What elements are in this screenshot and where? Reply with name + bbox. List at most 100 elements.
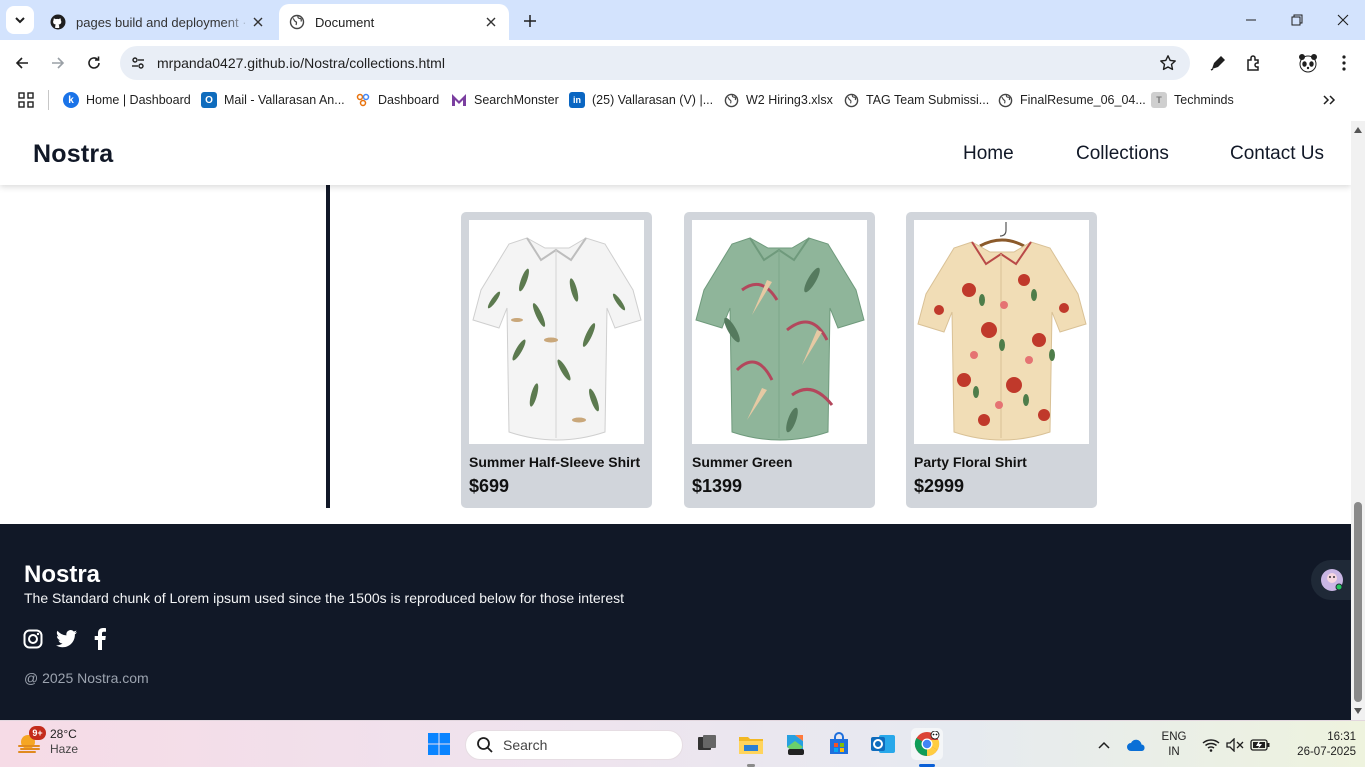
scroll-down-icon[interactable] [1353,706,1363,716]
back-button[interactable] [8,49,36,77]
bookmarks-bar: k Home | Dashboard O Mail - Vallarasan A… [0,86,1365,114]
more-bookmarks-button[interactable] [1322,90,1336,110]
instagram-icon[interactable] [22,628,44,650]
bookmark-label: FinalResume_06_04... [1020,93,1146,107]
restore-button[interactable] [1274,0,1320,40]
chat-assistant-button[interactable] [1311,560,1351,600]
wifi-icon[interactable] [1200,721,1222,767]
onedrive-cloud-icon [1127,739,1145,751]
apps-button[interactable] [18,90,34,110]
scroll-thumb[interactable] [1354,502,1362,702]
clock[interactable]: 16:31 26-07-2025 [1286,721,1356,767]
taskbar-search[interactable]: Search [465,730,683,760]
microsoft-store-button[interactable] [823,728,855,760]
page-scrollbar[interactable] [1351,121,1365,720]
volume-muted-icon[interactable] [1224,721,1246,767]
arrow-left-icon [15,57,28,69]
tab-document[interactable]: Document [279,4,509,40]
restore-icon [1291,14,1303,26]
m365-copilot-button[interactable] [779,728,811,760]
minimize-button[interactable] [1228,0,1274,40]
people-icon [355,92,371,108]
new-tab-button[interactable] [518,10,542,32]
shirt-image-white [472,237,642,441]
twitter-icon[interactable] [56,628,78,650]
search-label: Search [503,737,548,753]
close-tab-icon[interactable] [483,14,499,30]
github-icon [50,14,66,30]
pen-icon[interactable] [1206,51,1230,75]
shirt-image-green [695,237,865,441]
product-card[interactable]: Party Floral Shirt $2999 [906,212,1097,508]
bookmark-searchmonster[interactable]: SearchMonster [451,90,559,110]
product-name: Summer Half-Sleeve Shirt [469,454,641,470]
tab-pages-build[interactable]: pages build and deployment · N [40,4,276,40]
task-view-button[interactable] [691,728,723,760]
product-image[interactable] [692,220,867,444]
windows-logo-icon [428,733,450,755]
bookmark-home-dashboard[interactable]: k Home | Dashboard [63,90,191,110]
bookmark-star-icon[interactable] [1158,53,1178,73]
close-window-button[interactable] [1320,0,1365,40]
tab-title: pages build and deployment · N [76,14,250,30]
bookmark-w2-hiring[interactable]: W2 Hiring3.xlsx [723,90,833,110]
product-card[interactable]: Summer Green $1399 [684,212,875,508]
address-bar[interactable]: mrpanda0427.github.io/Nostra/collections… [120,46,1190,80]
nav-home[interactable]: Home [963,143,1014,165]
product-card[interactable]: Summer Half-Sleeve Shirt $699 [461,212,652,508]
bookmark-mail[interactable]: O Mail - Vallarasan An... [201,90,345,110]
nav-collections[interactable]: Collections [1076,143,1169,165]
brand-logo[interactable]: Nostra [33,140,113,169]
m365-icon [787,735,804,755]
url-host: mrpanda0427.github.io [157,55,301,71]
task-view-icon [698,735,716,750]
close-tab-icon[interactable] [250,14,266,30]
scroll-up-icon[interactable] [1353,125,1363,135]
bookmark-techminds[interactable]: T Techminds [1151,90,1234,110]
page-viewport: Nostra Home Collections Contact Us Summe… [0,121,1351,720]
file-explorer-button[interactable] [735,728,767,760]
bookmark-dashboard[interactable]: Dashboard [355,90,439,110]
weather-widget[interactable]: 9+ 28°C Haze [16,726,79,757]
chevron-down-icon [15,17,25,24]
onedrive-button[interactable] [1124,721,1148,767]
bookmark-linkedin[interactable]: in (25) Vallarasan (V) |... [569,90,713,110]
arrow-right-icon [52,57,65,69]
region-code: IN [1168,745,1180,758]
bookmark-tag-team[interactable]: TAG Team Submissi... [843,90,989,110]
site-info-icon[interactable] [122,47,154,79]
product-image[interactable] [469,220,644,444]
bookmark-label: Mail - Vallarasan An... [224,93,345,107]
plus-icon [524,15,536,27]
language-indicator[interactable]: ENG IN [1156,721,1192,767]
chrome-button[interactable] [911,728,943,760]
reload-button[interactable] [80,49,108,77]
tab-search-button[interactable] [6,6,34,34]
globe-icon [843,92,859,108]
bookmark-label: Techminds [1174,93,1234,107]
footer-tagline: The Standard chunk of Lorem ipsum used s… [24,590,625,606]
profile-avatar[interactable] [1296,51,1320,75]
outlook-button[interactable] [867,728,899,760]
battery-icon[interactable] [1248,721,1272,767]
bookmark-label: TAG Team Submissi... [866,93,990,107]
bookmark-label: SearchMonster [474,93,559,107]
bookmark-final-resume[interactable]: FinalResume_06_04... [997,90,1146,110]
outlook-icon: O [201,92,217,108]
start-button[interactable] [423,728,455,760]
shirt-image-floral [917,222,1087,441]
facebook-icon[interactable] [89,628,111,650]
show-hidden-icons-button[interactable] [1092,721,1116,767]
extensions-icon[interactable] [1242,51,1266,75]
url-text: mrpanda0427.github.io/Nostra/collections… [157,55,445,71]
globe-icon [997,92,1013,108]
nav-contact-us[interactable]: Contact Us [1230,143,1324,165]
linkedin-icon: in [569,92,585,108]
more-menu-icon[interactable] [1332,51,1356,75]
product-image[interactable] [914,220,1089,444]
clock-date: 26-07-2025 [1297,745,1356,758]
forward-button[interactable] [44,49,72,77]
outlook-icon [871,735,895,753]
weather-condition: Haze [50,742,79,756]
product-name: Party Floral Shirt [914,454,1027,470]
